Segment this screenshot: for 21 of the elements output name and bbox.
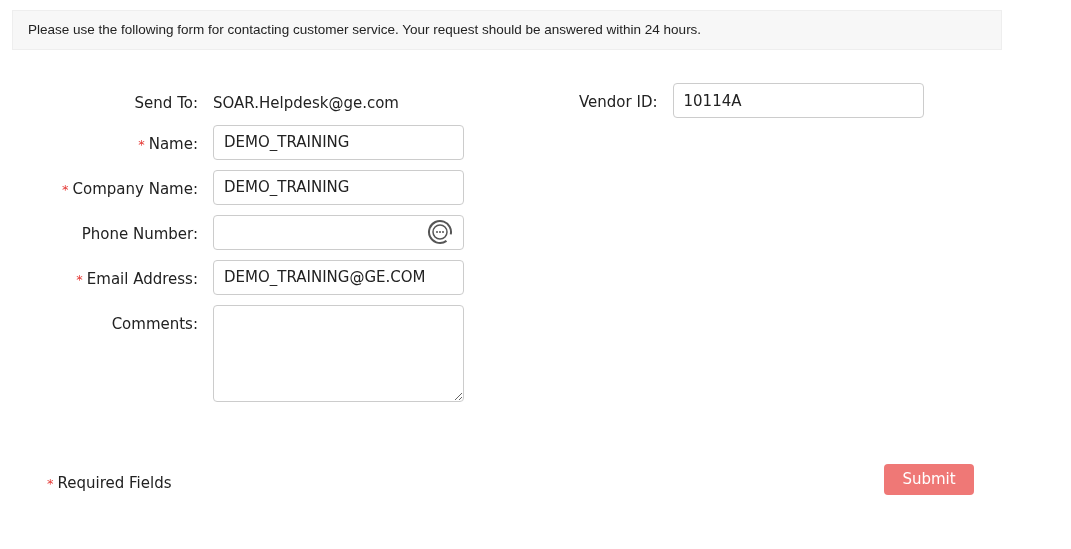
text-field[interactable]: DEMO_TRAINING@GE.COM <box>213 259 464 295</box>
field-label: Email Address: <box>86 268 198 290</box>
field-label: Comments: <box>111 313 198 335</box>
field-label: Name: <box>148 133 198 155</box>
field-value: SOAR.Helpdesk@ge.com <box>213 93 399 114</box>
field-label: Send To: <box>134 93 198 114</box>
text-field[interactable]: DEMO_TRAINING <box>213 124 464 160</box>
field-label: Company Name: <box>72 178 198 200</box>
required-mark: * <box>138 135 145 154</box>
required-mark: * <box>47 474 54 493</box>
comments-field[interactable] <box>213 304 464 402</box>
notice-banner: Please use the following form for contacting customer service. Your request should be answered within 24 hours. <box>12 10 1002 50</box>
required-note: Required Fields <box>57 472 172 494</box>
phone-field[interactable] <box>213 214 464 250</box>
field-label: Phone Number: <box>81 223 198 245</box>
text-field[interactable]: DEMO_TRAINING <box>213 169 464 205</box>
required-mark: * <box>62 180 69 199</box>
text-field[interactable]: 10114A <box>672 83 924 118</box>
field-label: Vendor ID: <box>579 92 658 113</box>
required-mark: * <box>76 270 83 289</box>
chat-bubble-icon[interactable] <box>427 219 453 245</box>
